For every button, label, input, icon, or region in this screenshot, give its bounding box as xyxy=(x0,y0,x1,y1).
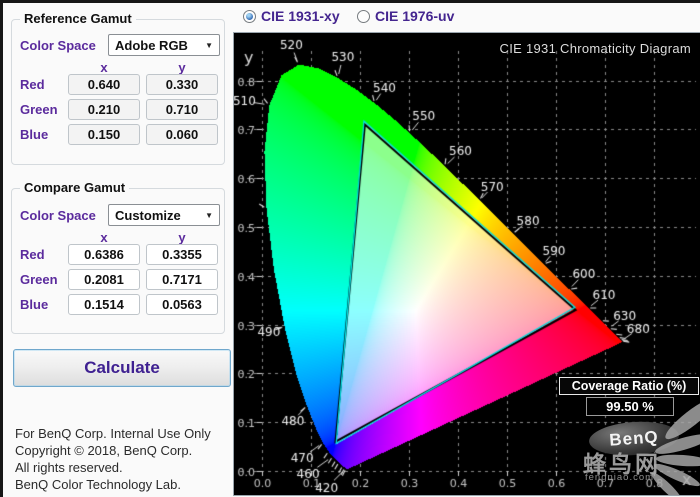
chart-title: CIE 1931 Chromaticity Diagram xyxy=(500,41,692,56)
reference-red-y-field xyxy=(146,74,218,95)
compare-col-y-header: y xyxy=(146,230,218,245)
reference-col-y-header: y xyxy=(146,60,218,75)
footer-line: For BenQ Corp. Internal Use Only xyxy=(15,425,211,442)
compare-green-y-input[interactable] xyxy=(146,269,218,290)
reference-green-y-field xyxy=(146,99,218,120)
radio-cie-1931-label: CIE 1931-xy xyxy=(261,8,340,24)
compare-color-space-select[interactable]: Customize ▼ xyxy=(108,204,220,226)
compare-green-label: Green xyxy=(20,272,58,287)
calculate-button[interactable]: Calculate xyxy=(13,349,231,387)
compare-color-space-value: Customize xyxy=(115,208,181,223)
reference-green-x-field xyxy=(68,99,140,120)
chromaticity-plot: CIE 1931 Chromaticity Diagram Coverage R… xyxy=(233,32,700,496)
reference-green-label: Green xyxy=(20,102,58,117)
reference-blue-y-field xyxy=(146,124,218,145)
radio-selected-icon xyxy=(243,10,256,23)
compare-col-x-header: x xyxy=(68,230,140,245)
reference-gamut-title: Reference Gamut xyxy=(20,11,136,26)
compare-red-y-input[interactable] xyxy=(146,244,218,265)
compare-red-label: Red xyxy=(20,247,45,262)
reference-red-x-field xyxy=(68,74,140,95)
coverage-ratio-value: 99.50 % xyxy=(586,397,674,416)
dropdown-arrow-icon: ▼ xyxy=(205,41,213,50)
dropdown-arrow-icon: ▼ xyxy=(205,211,213,220)
radio-cie-1976-label: CIE 1976-uv xyxy=(375,8,454,24)
compare-blue-y-input[interactable] xyxy=(146,294,218,315)
radio-cie-1931-xy[interactable]: CIE 1931-xy xyxy=(243,8,340,24)
reference-color-space-value: Adobe RGB xyxy=(115,38,188,53)
footer-line: Copyright © 2018, BenQ Corp. xyxy=(15,442,211,459)
footer-line: BenQ Color Technology Lab. xyxy=(15,476,211,493)
reference-color-space-select[interactable]: Adobe RGB ▼ xyxy=(108,34,220,56)
footer-text: For BenQ Corp. Internal Use Only Copyrig… xyxy=(15,425,211,493)
footer-line: All rights reserved. xyxy=(15,459,211,476)
radio-cie-1976-uv[interactable]: CIE 1976-uv xyxy=(357,8,454,24)
reference-color-space-label: Color Space xyxy=(20,38,96,53)
compare-red-x-input[interactable] xyxy=(68,244,140,265)
reference-blue-x-field xyxy=(68,124,140,145)
compare-gamut-group: Compare Gamut Color Space Customize ▼ x … xyxy=(11,188,225,334)
compare-green-x-input[interactable] xyxy=(68,269,140,290)
compare-blue-label: Blue xyxy=(20,297,48,312)
coverage-ratio-label: Coverage Ratio (%) xyxy=(559,377,699,395)
watermark-url: fengniao.com xyxy=(585,472,654,483)
reference-red-label: Red xyxy=(20,77,45,92)
gamut-tool-window: Reference Gamut Color Space Adobe RGB ▼ … xyxy=(0,0,700,497)
reference-gamut-group: Reference Gamut Color Space Adobe RGB ▼ … xyxy=(11,19,225,165)
reference-col-x-header: x xyxy=(68,60,140,75)
compare-blue-x-input[interactable] xyxy=(68,294,140,315)
compare-color-space-label: Color Space xyxy=(20,208,96,223)
radio-unselected-icon xyxy=(357,10,370,23)
compare-gamut-title: Compare Gamut xyxy=(20,180,129,195)
reference-blue-label: Blue xyxy=(20,127,48,142)
